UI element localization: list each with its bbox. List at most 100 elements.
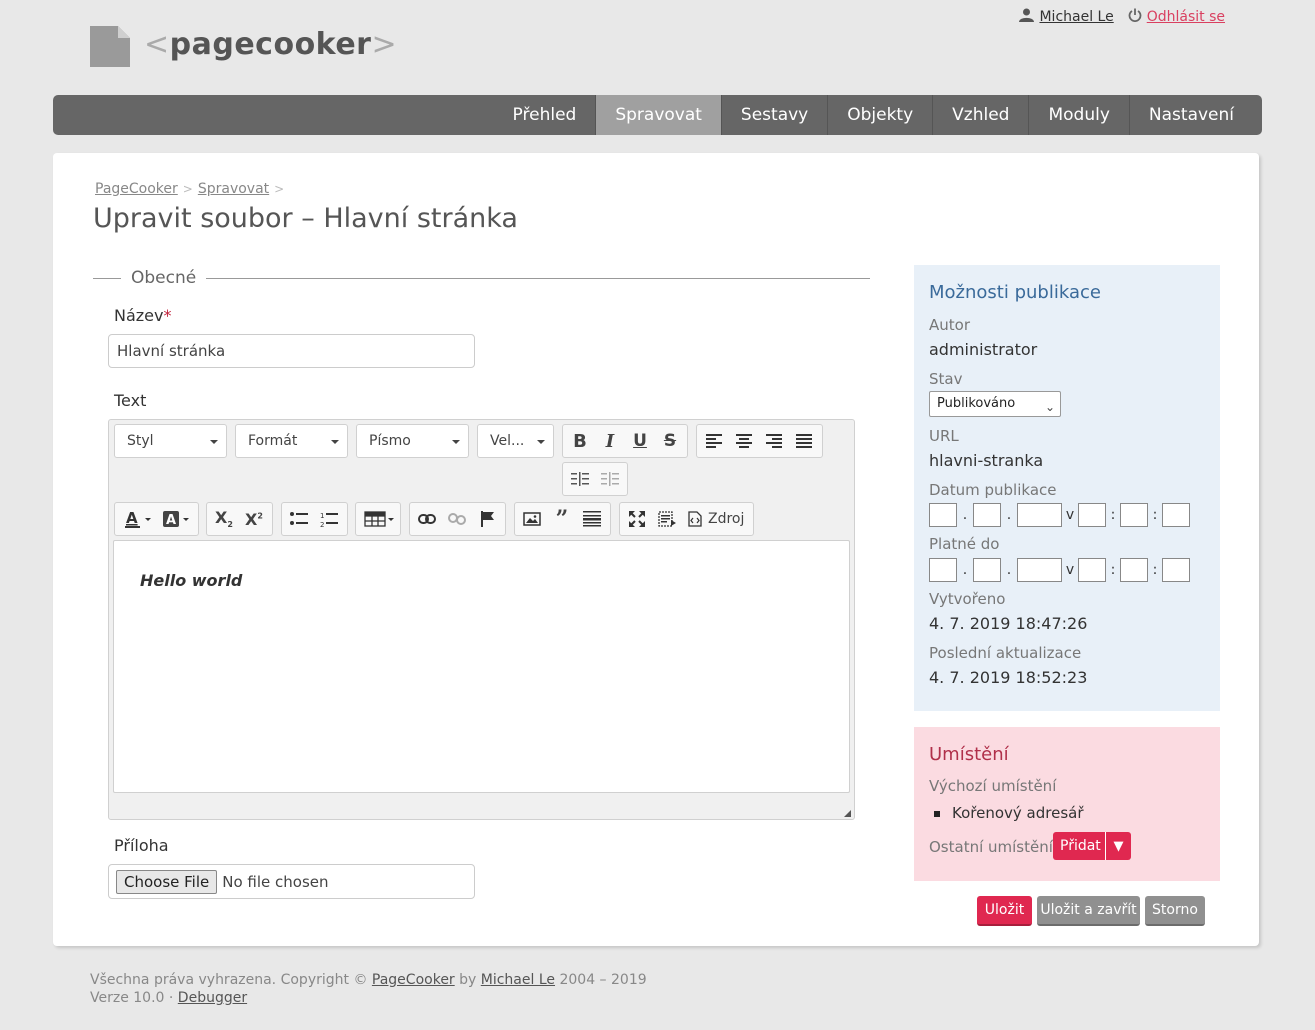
author-value: administrator bbox=[929, 340, 1038, 359]
attachment-file-input: Choose File No file chosen bbox=[108, 864, 475, 899]
style-combo[interactable]: Styl bbox=[114, 424, 227, 458]
format-combo[interactable]: Formát bbox=[235, 424, 348, 458]
chevron-down-icon bbox=[210, 440, 218, 444]
valid-second-field[interactable] bbox=[1162, 558, 1190, 582]
user-bar: Michael Le Odhlásit se bbox=[1019, 8, 1225, 26]
footer-product-link[interactable]: PageCooker bbox=[372, 972, 455, 988]
breadcrumb-pagecooker[interactable]: PageCooker bbox=[95, 181, 178, 197]
nav-item-sestavy[interactable]: Sestavy bbox=[720, 95, 827, 135]
name-input[interactable]: Hlavní stránka bbox=[108, 334, 475, 368]
editor-content-area[interactable]: Hello world bbox=[113, 540, 850, 793]
publish-second-field[interactable] bbox=[1162, 503, 1190, 527]
strikethrough-icon[interactable]: S bbox=[655, 425, 685, 457]
font-combo[interactable]: Písmo bbox=[356, 424, 469, 458]
publish-minute-field[interactable] bbox=[1120, 503, 1148, 527]
nav-item-moduly[interactable]: Moduly bbox=[1028, 95, 1128, 135]
save-close-button[interactable]: Uložit a zavřít bbox=[1037, 896, 1140, 926]
publish-options-panel: Možnosti publikace Autor administrator S… bbox=[914, 265, 1220, 711]
publish-day-field[interactable] bbox=[929, 503, 957, 527]
maximize-icon[interactable] bbox=[622, 503, 652, 535]
anchor-flag-icon[interactable] bbox=[472, 503, 502, 535]
show-blocks-icon[interactable] bbox=[652, 503, 682, 535]
date-separator: . bbox=[962, 562, 968, 578]
nav-item-nastaveni[interactable]: Nastavení bbox=[1128, 95, 1262, 135]
numbered-list-icon[interactable]: 12 bbox=[314, 503, 344, 535]
add-location-label: Přidat bbox=[1060, 838, 1101, 854]
choose-file-button[interactable]: Choose File bbox=[116, 869, 218, 894]
superscript-icon[interactable]: X2 bbox=[239, 503, 269, 535]
cancel-button[interactable]: Storno bbox=[1145, 896, 1205, 926]
save-button[interactable]: Uložit bbox=[977, 896, 1032, 926]
valid-minute-field[interactable] bbox=[1120, 558, 1148, 582]
nav-item-objekty[interactable]: Objekty bbox=[827, 95, 932, 135]
valid-until-label: Platné do bbox=[929, 535, 1000, 553]
valid-year-field[interactable] bbox=[1017, 558, 1062, 582]
nav-item-vzhled[interactable]: Vzhled bbox=[932, 95, 1028, 135]
horizontal-rule-icon[interactable] bbox=[577, 503, 607, 535]
footer-debugger-link[interactable]: Debugger bbox=[178, 990, 247, 1006]
add-location-button[interactable]: Přidat ▼ bbox=[1053, 832, 1131, 860]
nav-item-spravovat[interactable]: Spravovat bbox=[595, 95, 721, 135]
align-left-icon[interactable] bbox=[699, 425, 729, 457]
publish-date-label: Datum publikace bbox=[929, 481, 1057, 499]
publish-hour-field[interactable] bbox=[1078, 503, 1106, 527]
location-panel: Umístění Výchozí umístění Kořenový adres… bbox=[914, 727, 1220, 881]
footer-author-link[interactable]: Michael Le bbox=[481, 972, 555, 988]
location-title: Umístění bbox=[929, 744, 1009, 765]
publish-month-field[interactable] bbox=[973, 503, 1001, 527]
image-icon[interactable] bbox=[517, 503, 547, 535]
main-nav: Přehled Spravovat Sestavy Objekty Vzhled… bbox=[53, 95, 1262, 135]
nav-item-prehled[interactable]: Přehled bbox=[494, 95, 596, 135]
size-combo[interactable]: Vel... bbox=[477, 424, 554, 458]
outdent-icon[interactable] bbox=[595, 463, 625, 495]
breadcrumb-spravovat[interactable]: Spravovat bbox=[198, 181, 269, 197]
valid-day-field[interactable] bbox=[929, 558, 957, 582]
file-status: No file chosen bbox=[222, 872, 329, 891]
align-right-icon[interactable] bbox=[759, 425, 789, 457]
text-label: Text bbox=[114, 391, 147, 410]
subscript-icon[interactable]: X2 bbox=[209, 503, 239, 535]
logo[interactable]: <pagecooker> bbox=[90, 26, 397, 67]
bold-icon[interactable]: B bbox=[565, 425, 595, 457]
user-name-link[interactable]: Michael Le bbox=[1039, 9, 1113, 25]
page-title: Upravit soubor – Hlavní stránka bbox=[93, 203, 518, 234]
logout-link[interactable]: Odhlásit se bbox=[1147, 9, 1225, 25]
unlink-icon[interactable] bbox=[442, 503, 472, 535]
indent-group bbox=[562, 462, 628, 496]
created-value: 4. 7. 2019 18:47:26 bbox=[929, 614, 1088, 633]
resize-handle[interactable] bbox=[844, 810, 851, 817]
table-icon[interactable] bbox=[360, 503, 398, 535]
name-label: Název* bbox=[114, 306, 172, 325]
breadcrumb: PageCooker > Spravovat > bbox=[95, 181, 285, 197]
other-location-label: Ostatní umístění bbox=[929, 838, 1053, 856]
underline-icon[interactable]: U bbox=[625, 425, 655, 457]
status-select[interactable]: Publikováno ⌄ bbox=[929, 391, 1061, 417]
link-group bbox=[409, 502, 506, 536]
basic-styles-group: B I U S bbox=[562, 424, 688, 458]
main-card: PageCooker > Spravovat > Upravit soubor – H… bbox=[53, 153, 1259, 946]
author-label: Autor bbox=[929, 316, 970, 334]
valid-month-field[interactable] bbox=[973, 558, 1001, 582]
chevron-down-icon bbox=[331, 440, 339, 444]
tools-group: Zdroj bbox=[619, 502, 754, 536]
publish-date-row: . . v : : bbox=[929, 503, 1190, 527]
text-color-icon[interactable]: A bbox=[119, 503, 157, 535]
colors-group: A A bbox=[114, 502, 199, 536]
link-icon[interactable] bbox=[412, 503, 442, 535]
blockquote-icon[interactable]: ” bbox=[547, 503, 577, 535]
align-justify-icon[interactable] bbox=[789, 425, 819, 457]
source-button[interactable]: Zdroj bbox=[682, 503, 750, 535]
table-group bbox=[355, 502, 401, 536]
align-group bbox=[696, 424, 823, 458]
italic-icon[interactable]: I bbox=[595, 425, 625, 457]
time-separator: : bbox=[1152, 562, 1158, 578]
bulleted-list-icon[interactable] bbox=[284, 503, 314, 535]
required-mark: * bbox=[163, 306, 172, 325]
valid-hour-field[interactable] bbox=[1078, 558, 1106, 582]
caret-down-icon[interactable]: ▼ bbox=[1105, 832, 1131, 860]
align-center-icon[interactable] bbox=[729, 425, 759, 457]
background-color-icon[interactable]: A bbox=[157, 503, 195, 535]
publish-year-field[interactable] bbox=[1017, 503, 1062, 527]
logo-name: pagecooker bbox=[169, 27, 372, 62]
indent-icon[interactable] bbox=[565, 463, 595, 495]
